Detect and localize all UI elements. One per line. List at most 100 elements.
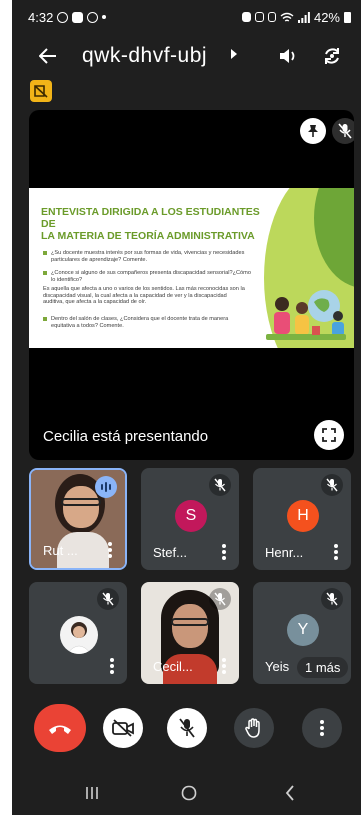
- participant-name: Stef...: [153, 545, 187, 560]
- nfc-icon: [254, 12, 264, 22]
- camera-toggle-button[interactable]: [103, 708, 143, 748]
- mic-off-icon: [214, 478, 226, 492]
- participant-video: [172, 604, 208, 648]
- mic-off-icon: [102, 592, 114, 606]
- participant-tile[interactable]: S Stef...: [141, 468, 239, 570]
- whatsapp-icon: [87, 11, 99, 23]
- shared-slide: ENTEVISTA DIRIGIDA A LOS ESTUDIANTES DE …: [29, 188, 354, 348]
- participant-name: Rut ...: [43, 543, 78, 558]
- participant-muted-indicator: [209, 474, 231, 496]
- fullscreen-icon: [322, 428, 336, 442]
- participant-muted-indicator: [321, 474, 343, 496]
- participant-name: Cecil...: [153, 659, 193, 674]
- participant-menu-button[interactable]: [107, 542, 113, 558]
- slide-text: equitativa a todos? Comente.: [51, 322, 124, 329]
- recent-apps-button[interactable]: [82, 784, 102, 802]
- presenter-mute-indicator: [332, 118, 354, 144]
- notification-dot-icon: [102, 15, 107, 19]
- participant-tile[interactable]: Rut ...: [29, 468, 127, 570]
- pin-icon: [308, 125, 318, 137]
- slide-bullet-item: Dentro del salón de clases, ¿Considera q…: [43, 316, 228, 329]
- participant-photo-avatar: [60, 616, 98, 654]
- slide-text: ¿Conoce si alguno de sus compañeros pres…: [51, 270, 251, 276]
- warning-badge[interactable]: [30, 80, 52, 102]
- signal-icon: [297, 11, 310, 23]
- participant-tile[interactable]: Y Yeis 1 más: [253, 582, 351, 684]
- whatsapp-icon: [57, 11, 69, 23]
- participant-tile[interactable]: [29, 582, 127, 684]
- slide-bullet-item: ¿Conoce si alguno de sus compañeros pres…: [43, 270, 251, 283]
- fullscreen-button[interactable]: [314, 420, 344, 450]
- participant-video: [61, 498, 101, 506]
- warning-icon: [34, 85, 48, 98]
- participant-photo: [66, 622, 92, 654]
- chevron-right-icon[interactable]: [230, 48, 238, 60]
- presenter-label: Cecilia está presentando: [43, 428, 209, 445]
- slide-title: ENTEVISTA DIRIGIDA A LOS ESTUDIANTES DE …: [41, 206, 271, 242]
- end-call-icon: [49, 725, 71, 734]
- participant-avatar: S: [175, 500, 207, 532]
- presentation-tile[interactable]: ENTEVISTA DIRIGIDA A LOS ESTUDIANTES DE …: [29, 110, 354, 460]
- more-icon: [320, 720, 324, 736]
- slide-text: lo identifico?: [51, 276, 83, 283]
- battery-percent: 42%: [313, 9, 340, 25]
- alarm-icon: [241, 12, 251, 22]
- participant-tile[interactable]: Cecil...: [141, 582, 239, 684]
- participant-menu-button[interactable]: [109, 658, 115, 674]
- switch-camera-button[interactable]: [318, 42, 346, 70]
- participant-video: [63, 486, 99, 528]
- speaking-indicator: [95, 476, 117, 498]
- status-time: 4:32: [28, 9, 54, 25]
- participant-muted-indicator: [321, 588, 343, 610]
- call-controls: [12, 700, 361, 756]
- participant-muted-indicator: [209, 588, 231, 610]
- mic-toggle-button[interactable]: [167, 708, 207, 748]
- participant-menu-button[interactable]: [221, 658, 227, 674]
- slide-paragraph: Es aquella que afecta a uno o varios de …: [43, 286, 255, 306]
- slide-text: discapacidad visual, la cual afecta a la…: [43, 292, 227, 299]
- chevron-left-icon: [285, 785, 294, 801]
- wifi-icon: [280, 12, 294, 22]
- slide-title-line: ENTEVISTA DIRIGIDA A LOS ESTUDIANTES DE: [41, 206, 260, 230]
- back-arrow-icon: [39, 48, 56, 64]
- participant-muted-indicator: [97, 588, 119, 610]
- mic-off-icon: [338, 123, 352, 139]
- camera-off-icon: [112, 719, 134, 737]
- participant-name: Yeis: [265, 659, 290, 674]
- hand-raise-icon: [245, 718, 260, 738]
- more-participants-chip[interactable]: 1 más: [297, 657, 349, 678]
- slide-text: particulares de aprendizaje? Comente.: [51, 256, 148, 263]
- back-button[interactable]: [34, 42, 62, 70]
- status-bar: 4:32 42%: [12, 0, 361, 34]
- slide-title-line: LA MATERIA DE TEORÍA ADMINISTRATIVA: [41, 230, 255, 242]
- mic-off-icon: [214, 592, 226, 606]
- raise-hand-button[interactable]: [234, 708, 274, 748]
- participant-menu-button[interactable]: [333, 544, 339, 560]
- home-button[interactable]: [179, 784, 199, 802]
- mic-off-icon: [326, 592, 338, 606]
- gallery-icon: [72, 11, 84, 23]
- audio-output-button[interactable]: [274, 42, 302, 70]
- back-nav-button[interactable]: [280, 784, 300, 802]
- avatar-initial: Y: [297, 621, 309, 638]
- participant-menu-button[interactable]: [221, 544, 227, 560]
- mic-off-icon: [179, 718, 195, 738]
- participant-tile[interactable]: H Henr...: [253, 468, 351, 570]
- participant-avatar: Y: [287, 614, 319, 646]
- android-nav-bar: [12, 768, 361, 815]
- pin-button[interactable]: [300, 118, 326, 144]
- more-options-button[interactable]: [302, 708, 342, 748]
- speaker-icon: [280, 49, 295, 63]
- participant-video: [171, 618, 209, 626]
- recent-apps-icon: [86, 787, 98, 799]
- mic-off-icon: [326, 478, 338, 492]
- end-call-button[interactable]: [34, 704, 86, 752]
- participant-avatar: H: [287, 500, 319, 532]
- slide-illustration: [266, 290, 346, 340]
- battery-icon: [344, 11, 351, 23]
- avatar-initial: S: [185, 507, 197, 524]
- home-icon: [181, 785, 197, 801]
- avatar-initial: H: [297, 507, 309, 524]
- participant-name: Henr...: [265, 545, 304, 560]
- meeting-code[interactable]: qwk-dhvf-ubj: [82, 44, 207, 68]
